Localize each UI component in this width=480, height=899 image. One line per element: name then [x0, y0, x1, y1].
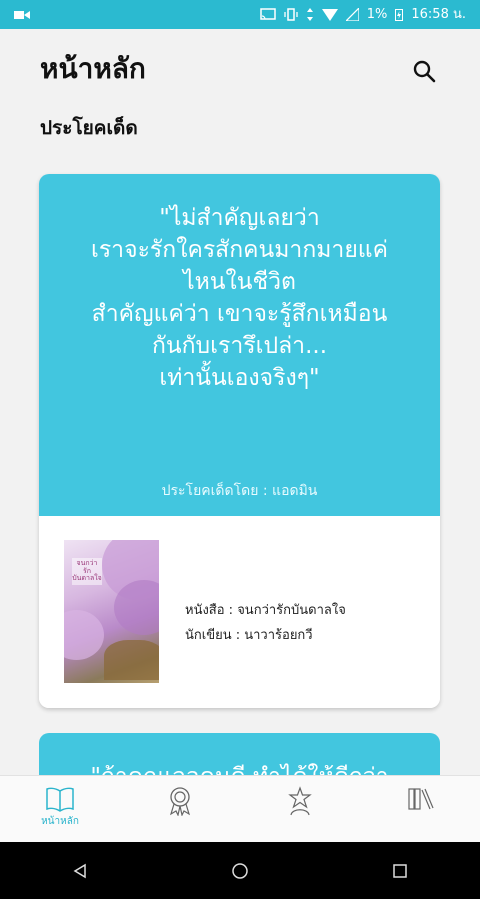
quote-line: "ไม่สำคัญเลยว่า: [159, 205, 320, 231]
section-title: ประโยคเด็ด: [40, 117, 138, 139]
bookshelf-icon: [408, 788, 434, 810]
quote-line: เราจะรักใครสักคนมากมายแค่: [90, 237, 389, 263]
data-transfer-icon: [306, 8, 313, 21]
nav-label-home: หน้าหลัก: [41, 816, 79, 827]
cover-title: จนกว่า รัก บันดาลใจ: [72, 558, 102, 586]
video-camera-icon: [14, 10, 30, 19]
recents-square-icon: [393, 863, 407, 878]
book-info-area: จนกว่า รัก บันดาลใจ หนังสือ : จนกว่ารักบ…: [39, 516, 440, 708]
bottom-navigation: หน้าหลัก: [0, 775, 480, 843]
quote-line: เท่านั้นเองจริงๆ": [159, 365, 320, 391]
cast-icon: [260, 8, 276, 20]
app-header: หน้าหลัก: [0, 29, 480, 109]
book-cover-image[interactable]: จนกว่า รัก บันดาลใจ: [64, 540, 159, 683]
quote-text: "ไม่สำคัญเลยว่า เราจะรักใครสักคนมากมายแค…: [49, 202, 430, 394]
battery-percent: 1%: [366, 7, 388, 22]
book-info: หนังสือ : จนกว่ารักบันดาลใจ นักเขียน : น…: [185, 598, 346, 648]
quote-author: ประโยคเด็ดโดย : แอดมิน: [161, 483, 318, 499]
quote-line: ไหนในชีวิต: [183, 269, 296, 295]
quote-line: กันกับเรารึเปล่า...: [151, 333, 328, 359]
quote-area: "ไม่สำคัญเลยว่า เราจะรักใครสักคนมากมายแค…: [39, 174, 440, 516]
page-title: หน้าหลัก: [40, 52, 146, 85]
nav-item-writers[interactable]: [240, 776, 360, 843]
signal-icon: [345, 8, 359, 21]
system-recents-button[interactable]: [380, 851, 420, 891]
wifi-icon: [321, 8, 338, 21]
nav-item-awards[interactable]: [120, 776, 240, 843]
award-badge-icon: [169, 787, 191, 816]
book-open-icon: [46, 787, 74, 812]
star-person-icon: [288, 786, 312, 816]
cover-blossom: [114, 580, 159, 635]
quote-card[interactable]: "ไม่สำคัญเลยว่า เราจะรักใครสักคนมากมายแค…: [39, 174, 440, 708]
nav-item-library[interactable]: [360, 776, 480, 843]
back-triangle-icon: [73, 863, 86, 878]
search-button[interactable]: [406, 53, 442, 89]
system-home-button[interactable]: [220, 851, 260, 891]
search-icon: [413, 60, 436, 83]
home-circle-icon: [232, 862, 248, 879]
book-title: หนังสือ : จนกว่ารักบันดาลใจ: [185, 603, 346, 618]
clock: 16:58 น.: [411, 7, 466, 22]
cover-path: [104, 640, 159, 680]
battery-charging-icon: [395, 9, 404, 21]
quote-line: สำคัญแค่ว่า เขาจะรู้สึกเหมือน: [91, 301, 388, 327]
book-writer: นักเขียน : นาวาร้อยกวี: [185, 628, 313, 643]
vibrate-icon: [284, 8, 298, 21]
system-back-button[interactable]: [60, 851, 100, 891]
system-navigation-bar: [0, 842, 480, 899]
cover-blossom: [64, 610, 104, 660]
status-bar: 1% 16:58 น.: [0, 0, 480, 29]
nav-item-home[interactable]: หน้าหลัก: [0, 776, 120, 843]
